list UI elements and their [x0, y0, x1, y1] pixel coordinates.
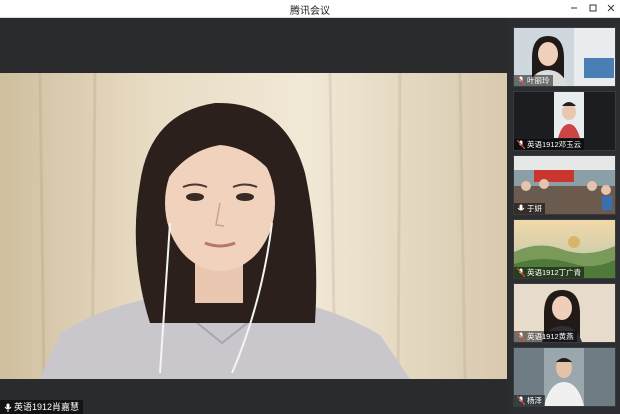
participant-name: 英语1912黄燕 — [527, 332, 574, 341]
title-bar: 腾讯会议 — [0, 0, 620, 18]
main-video[interactable] — [0, 73, 507, 379]
participant-label: 英语1912丁广青 — [514, 267, 585, 278]
participant-label: 英语1912邓玉云 — [514, 139, 585, 150]
participant-tile[interactable]: 英语1912邓玉云 — [513, 91, 616, 151]
participant-label: 杨泽 — [514, 395, 545, 406]
main-video-area: 英语1912肖嘉慧 — [0, 18, 507, 414]
minimize-icon[interactable] — [567, 1, 581, 15]
participant-tile[interactable]: 杨泽 — [513, 347, 616, 407]
participant-tile[interactable]: 于妍 — [513, 155, 616, 215]
microphone-muted-icon — [517, 332, 525, 341]
window-title: 腾讯会议 — [290, 6, 330, 17]
participant-name: 英语1912邓玉云 — [527, 140, 582, 149]
participant-tile[interactable]: 叶丽玲 — [513, 27, 616, 87]
close-icon[interactable] — [604, 1, 618, 15]
microphone-icon — [4, 403, 12, 412]
participant-tile[interactable]: 英语1912丁广青 — [513, 219, 616, 279]
microphone-muted-icon — [517, 140, 525, 149]
participant-name: 叶丽玲 — [527, 76, 550, 85]
participant-name: 英语1912丁广青 — [527, 268, 582, 277]
participant-label: 于妍 — [514, 203, 545, 214]
microphone-muted-icon — [517, 268, 525, 277]
main-speaker-name: 英语1912肖嘉慧 — [14, 402, 80, 412]
participant-sidebar: 叶丽玲 英语1912邓玉云 于妍 英语1912丁广青 英语1912黄燕 杨泽 — [507, 18, 620, 414]
participant-name: 杨泽 — [527, 396, 542, 405]
microphone-icon — [517, 204, 525, 213]
participant-name: 于妍 — [527, 204, 542, 213]
maximize-icon[interactable] — [586, 1, 600, 15]
participant-label: 英语1912黄燕 — [514, 331, 577, 342]
main-speaker-label: 英语1912肖嘉慧 — [0, 400, 84, 414]
microphone-muted-icon — [517, 76, 525, 85]
microphone-muted-icon — [517, 396, 525, 405]
participant-label: 叶丽玲 — [514, 75, 553, 86]
participant-tile[interactable]: 英语1912黄燕 — [513, 283, 616, 343]
speaker-video-illustration — [0, 73, 507, 379]
